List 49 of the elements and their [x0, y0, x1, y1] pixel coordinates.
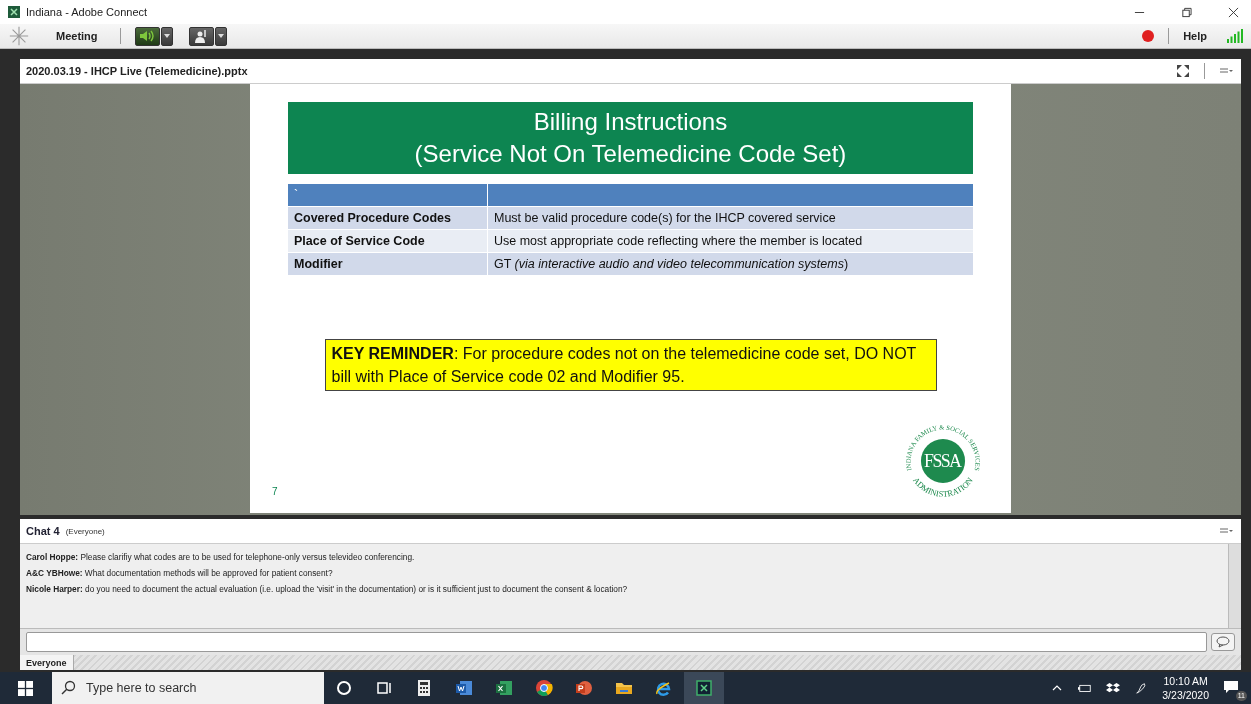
table-cell: Covered Procedure Codes [288, 207, 487, 229]
search-icon [60, 680, 76, 696]
app-icon[interactable] [684, 672, 724, 704]
table-cell: Must be valid procedure code(s) for the IHCP covered service [494, 211, 836, 225]
dropdown-button[interactable] [160, 26, 173, 46]
help-menu[interactable]: Help [1183, 30, 1207, 42]
signal-icon [1227, 29, 1243, 43]
chat-message: Carol Hoppe: Please clarifiy what codes are to be used for telephone-only versus televideo conferencing. [26, 552, 416, 562]
slide-title: Billing Instructions [533, 107, 728, 137]
clock-date[interactable]: 3/23/2020 [1162, 688, 1209, 702]
app-icon [8, 6, 20, 18]
reminder-callout: KEY REMINDER: For procedure codes not on the telemedicine code set, DO NOT bill with Place of Service code 02 and Modifier 95. [324, 339, 937, 391]
scrollbar[interactable] [1228, 544, 1241, 628]
pod-title: Chat 4 [26, 525, 60, 537]
notification-icon[interactable] [1223, 680, 1239, 694]
caret-icon [217, 34, 224, 38]
fullscreen-icon[interactable] [1176, 64, 1190, 78]
chat-input-field[interactable] [26, 632, 1207, 652]
table-cell: Use most appropriate code reflecting where the member is located [494, 234, 863, 248]
chat-message: Nicole Harper: do you need to document the actual evaluation (i.e. upload the 'visit' in the documentation) or is it sufficient just to document the consent & location? [26, 584, 629, 594]
restore-icon[interactable] [1181, 6, 1192, 18]
meeting-menu[interactable]: Meeting [56, 30, 98, 42]
pod-title: 2020.03.19 - IHCP Live (Telemedicine).pptx [26, 65, 248, 77]
slide-number: 7 [272, 486, 278, 497]
chat-tab[interactable]: Everyone [20, 655, 74, 670]
speaker-icon [139, 29, 156, 43]
search-box[interactable]: Type here to search [52, 672, 324, 704]
caret-icon [163, 34, 170, 38]
window-title: Indiana - Adobe Connect [26, 6, 148, 18]
pen-icon[interactable] [1134, 682, 1149, 694]
table-cell: GT (via interactive audio and video telecommunication systems) [494, 257, 849, 271]
slide-title: (Service Not On Telemedicine Code Set) [414, 139, 847, 169]
dropdown-button[interactable] [214, 26, 227, 46]
chat-message: A&C YBHowe: What documentation methods will be approved for patient consent? [26, 568, 334, 578]
sparkle-logo-icon [8, 25, 30, 47]
table-cell: Modifier [288, 253, 487, 275]
close-icon[interactable] [1228, 6, 1239, 18]
clock-time[interactable]: 10:10 AM [1163, 674, 1208, 688]
table-header-cell: ` [288, 184, 487, 206]
recording-icon [1142, 30, 1155, 42]
send-button[interactable] [1211, 633, 1235, 651]
table-cell: Place of Service Code [288, 230, 487, 252]
raise-hand-button[interactable] [188, 26, 214, 46]
search-field[interactable]: Type here to search [84, 680, 308, 696]
speaker-button[interactable] [134, 26, 160, 46]
battery-icon[interactable] [1078, 682, 1093, 694]
windows-start-icon[interactable] [18, 680, 33, 696]
dropbox-icon[interactable] [1106, 682, 1121, 694]
chat-audience: (Everyone) [65, 526, 105, 536]
